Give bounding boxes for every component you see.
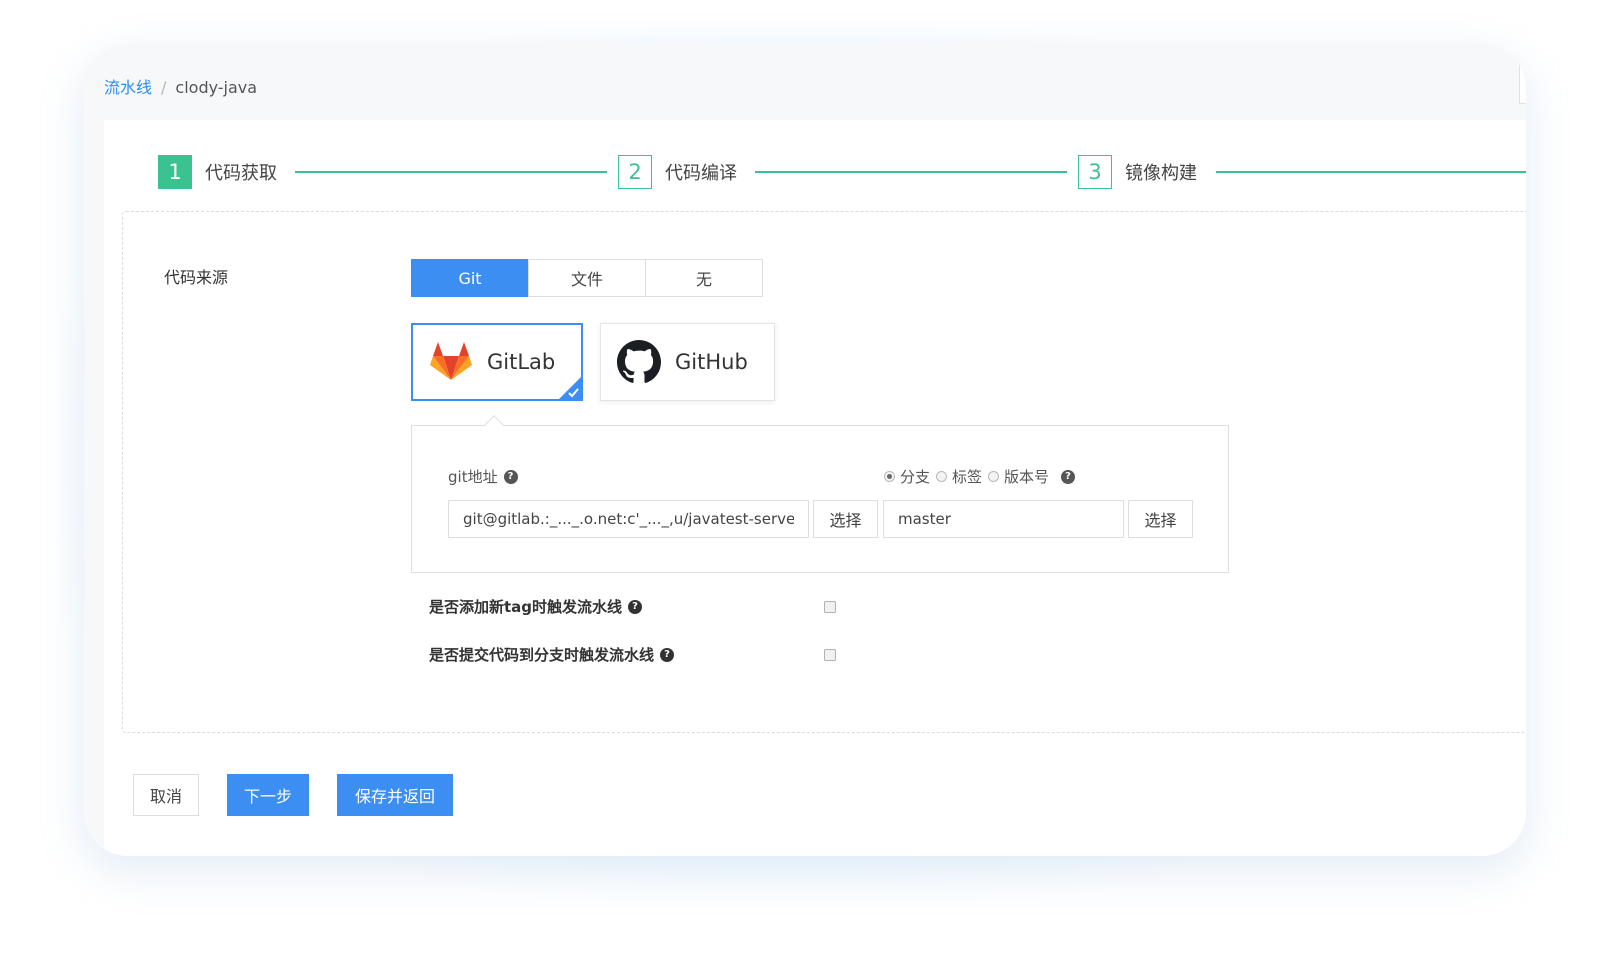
help-icon[interactable]: ?: [660, 647, 675, 662]
radio-label: 版本号: [1004, 468, 1050, 486]
breadcrumb-current: clody-java: [175, 78, 258, 97]
trigger-branch-checkbox[interactable]: [824, 649, 836, 661]
trigger-tag-checkbox[interactable]: [824, 601, 836, 613]
main-panel: 1 代码获取 2 代码编译 3 镜像构建 代码来源 Git 文件 无 GitLa…: [104, 120, 1526, 856]
cancel-button[interactable]: 取消: [133, 774, 199, 816]
step-connector: [755, 171, 1067, 173]
github-icon: [617, 340, 661, 383]
provider-gitlab-card[interactable]: GitLab: [411, 323, 583, 401]
step-1[interactable]: 1 代码获取: [158, 154, 277, 190]
source-option-file[interactable]: 文件: [528, 259, 646, 297]
provider-name: GitLab: [487, 350, 556, 374]
step-progress: 1 代码获取 2 代码编译 3 镜像构建: [158, 154, 1526, 194]
git-address-label-text: git地址: [448, 468, 498, 486]
help-icon[interactable]: ?: [503, 469, 518, 484]
step-3[interactable]: 3 镜像构建: [1078, 154, 1197, 190]
step-label: 代码获取: [205, 163, 277, 184]
next-step-button[interactable]: 下一步: [227, 774, 309, 816]
breadcrumb: 流水线 / clody-java: [104, 74, 257, 98]
help-icon[interactable]: ?: [628, 599, 643, 614]
trigger-tag-row: 是否添加新tag时触发流水线 ?: [429, 596, 643, 617]
radio-unchecked-icon: [936, 471, 948, 482]
trigger-branch-label: 是否提交代码到分支时触发流水线: [429, 646, 655, 664]
breadcrumb-separator: /: [161, 78, 167, 97]
step-number: 3: [1078, 155, 1112, 189]
trigger-branch-row: 是否提交代码到分支时触发流水线 ?: [429, 644, 675, 665]
step-number: 1: [158, 155, 192, 189]
save-and-return-button[interactable]: 保存并返回: [337, 774, 453, 816]
git-config-box: git地址 ? 分支 标签 版本号 ? 选择: [411, 415, 1229, 573]
breadcrumb-pipeline-link[interactable]: 流水线: [104, 78, 152, 97]
step-connector: [1216, 171, 1526, 173]
source-option-git[interactable]: Git: [411, 259, 529, 297]
step-2[interactable]: 2 代码编译: [618, 154, 737, 190]
provider-name: GitHub: [675, 350, 748, 374]
git-address-label: git地址 ?: [448, 466, 518, 487]
radio-tag[interactable]: 标签: [936, 466, 982, 487]
source-option-none[interactable]: 无: [645, 259, 763, 297]
radio-label: 标签: [952, 468, 983, 486]
step-label: 代码编译: [665, 163, 737, 184]
provider-github-card[interactable]: GitHub: [600, 323, 775, 401]
selected-check-icon: [559, 377, 581, 399]
edge-tab: [1519, 64, 1526, 104]
ref-type-radio-group: 分支 标签 版本号 ?: [884, 466, 1076, 487]
app-window: 流水线 / clody-java 1 代码获取 2 代码编译 3 镜像构建 代码来源…: [84, 44, 1526, 856]
gitlab-icon: [430, 342, 472, 380]
trigger-tag-label: 是否添加新tag时触发流水线: [429, 598, 623, 616]
step-label: 镜像构建: [1125, 163, 1197, 184]
branch-input[interactable]: [883, 500, 1124, 538]
step-number: 2: [618, 155, 652, 189]
source-segmented-control: Git 文件 无: [411, 259, 763, 297]
select-branch-button[interactable]: 选择: [1128, 500, 1193, 538]
help-icon[interactable]: ?: [1061, 469, 1076, 484]
git-address-input[interactable]: [448, 500, 809, 538]
radio-checked-icon: [884, 471, 895, 482]
radio-unchecked-icon: [988, 471, 1000, 482]
radio-label: 分支: [900, 468, 931, 486]
radio-version[interactable]: 版本号: [988, 466, 1049, 487]
source-label: 代码来源: [164, 268, 229, 287]
select-repo-button[interactable]: 选择: [813, 500, 878, 538]
step-connector: [295, 171, 607, 173]
radio-branch[interactable]: 分支: [884, 466, 930, 487]
